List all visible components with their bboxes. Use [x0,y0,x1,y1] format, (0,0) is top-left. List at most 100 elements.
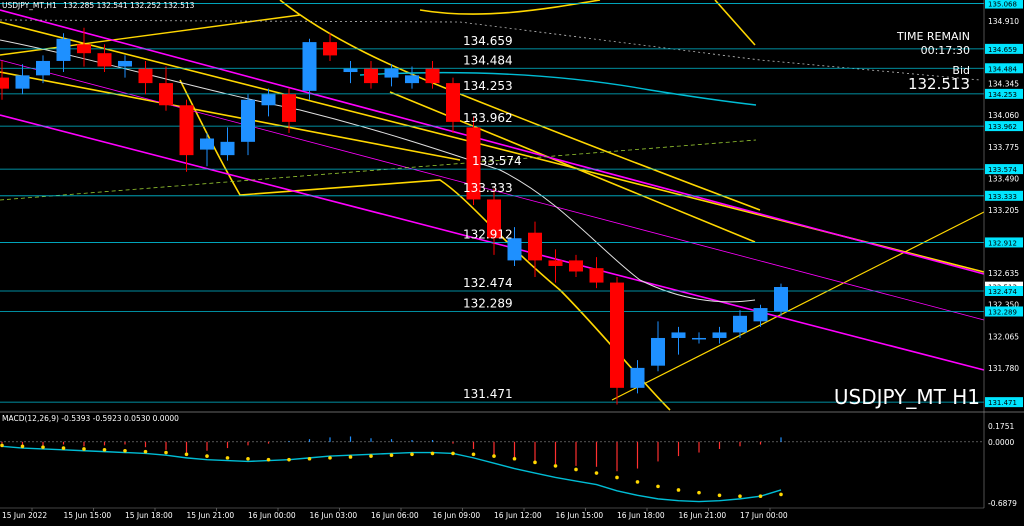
time-axis-label: 16 Jun 09:00 [433,511,481,520]
macd-signal-dot [512,456,517,461]
candle-body [159,83,173,106]
candle-body [200,138,214,150]
time-axis-label: 16 Jun 18:00 [617,511,665,520]
candle-body [548,260,563,266]
macd-signal-dot [779,492,783,497]
macd-tick-label: 0.1751 [988,422,1014,431]
macd-signal-dot [225,456,230,460]
level-label: 134.484 [463,53,513,67]
level-label: 132.289 [463,296,513,310]
price-tag-label: 132.289 [988,308,1017,316]
time-axis-label: 16 Jun 15:00 [556,511,604,520]
candle-body [569,260,583,272]
time-axis-label: 16 Jun 06:00 [371,511,419,520]
macd-signal-dot [615,475,619,480]
macd-signal-dot [676,488,681,492]
macd-signal-dot [164,450,168,455]
ohlc-values: 132.285 132.541 132.252 132.513 [63,1,194,10]
macd-signal-dot [758,494,763,498]
candle-body [261,94,276,106]
level-label: 132.474 [463,276,513,290]
candle-body [97,53,112,67]
time-remain-value: 00:17:30 [921,44,970,57]
candle-body [405,75,419,84]
macd-signal-dot [717,493,722,498]
candle-body [733,315,747,333]
price-tick-label: 134.910 [988,17,1019,26]
macd-signal-dot [123,448,127,453]
candle-body [425,68,440,84]
macd-signal-dot [471,452,476,457]
candle-body [302,42,317,91]
price-tag-label: 132.912 [988,239,1017,247]
candle-body [692,337,706,340]
macd-signal-dot [0,443,4,448]
price-tag-label: 134.659 [988,46,1017,54]
symbol-watermark: USDJPY_MT H1 [834,385,980,409]
price-tag-label: 132.474 [988,288,1017,296]
macd-signal-dot [184,452,189,457]
time-axis-label: 17 Jun 00:00 [740,511,788,520]
macd-signal-dot [307,456,312,461]
macd-header: MACD(12,26,9) -0.5393 -0.5923 0.0530 0.0… [2,414,179,423]
candle-body [323,42,337,56]
candle-body [241,99,255,142]
price-tag-label: 135.068 [988,1,1017,9]
candle-body [179,105,194,156]
macd-tick-label: -0.6879 [988,499,1017,508]
macd-signal-dot [553,464,558,468]
macd-signal-dot [430,451,435,456]
macd-signal-dot [451,451,455,456]
candle-body [36,60,50,76]
candle-body [528,232,542,261]
time-axis-label: 15 Jun 2022 [2,511,47,520]
level-label: 134.659 [463,34,513,48]
candle-body [282,94,296,122]
macd-signal-dot [287,457,291,462]
macd-signal-dot [369,454,373,458]
time-axis-label: 16 Jun 12:00 [494,511,542,520]
macd-signal-dot [492,454,496,458]
price-tag-label: 134.484 [988,65,1017,73]
price-tag-label: 133.333 [988,193,1017,201]
macd-signal-dot [348,455,353,459]
macd-signal-dot [61,446,66,450]
level-label: 132.912 [463,227,513,241]
macd-signal-dot [328,456,332,460]
candle-body [753,308,768,322]
candle-body [651,337,665,366]
time-axis-label: 16 Jun 03:00 [310,511,358,520]
macd-signal-dot [82,447,86,451]
candle-body [446,83,460,122]
time-axis-label: 16 Jun 00:00 [248,511,296,520]
candle-body [0,77,9,89]
time-axis-label: 16 Jun 21:00 [679,511,727,520]
macd-signal-dot [635,480,640,484]
level-label: 133.574 [472,154,522,168]
price-tag-label: 133.962 [988,123,1017,131]
macd-signal-dot [205,454,209,458]
level-label: 135.068 [463,0,513,3]
level-label: 133.333 [463,181,513,195]
level-label: 134.253 [463,79,513,93]
candle-body [364,68,378,84]
candle-body [712,332,727,338]
macd-signal-dot [410,452,414,457]
price-tag-label: 134.253 [988,91,1017,99]
macd-signal-dot [41,445,45,449]
price-tag-label: 131.471 [988,399,1017,407]
price-tick-label: 134.345 [988,80,1019,89]
time-axis-label: 15 Jun 15:00 [64,511,112,520]
candle-body [15,75,30,89]
macd-signal-dot [697,490,701,495]
price-tick-label: 133.490 [988,174,1019,183]
macd-signal-dot [102,448,107,452]
price-tick-label: 133.205 [988,206,1019,215]
bid-value: 132.513 [908,75,970,93]
price-tick-label: 131.780 [988,364,1019,373]
candle-body [56,38,71,61]
trading-chart[interactable]: 135.068 134.659 134.484 134.253 133.962 133.5… [0,0,1024,526]
time-axis-label: 15 Jun 21:00 [187,511,235,520]
candle-body [589,268,604,283]
candle-body [774,287,788,312]
